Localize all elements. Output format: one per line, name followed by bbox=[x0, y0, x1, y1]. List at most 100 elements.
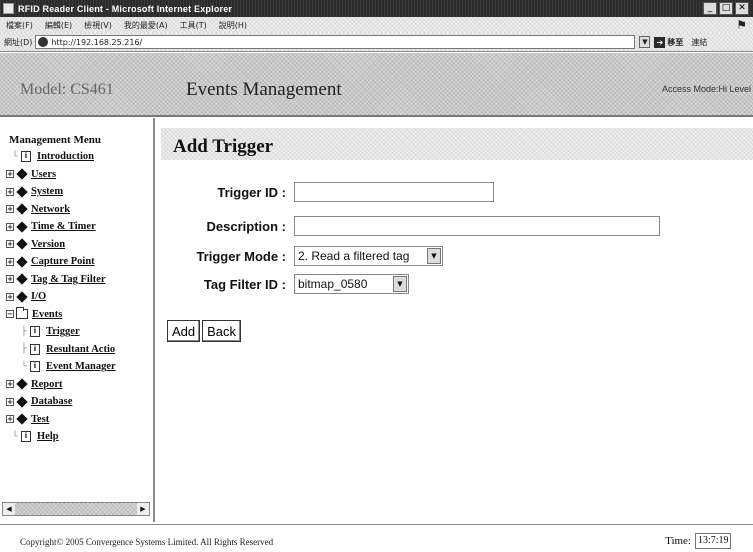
page-title-bar: Add Trigger bbox=[161, 128, 753, 160]
add-button[interactable]: Add bbox=[167, 320, 201, 342]
back-button[interactable]: Back bbox=[202, 320, 242, 342]
sidebar-link-event-manager[interactable]: Event Manager bbox=[46, 361, 116, 372]
expand-icon[interactable]: + bbox=[6, 240, 14, 249]
sidebar-link-users[interactable]: Users bbox=[31, 169, 56, 180]
sidebar-link-events[interactable]: Events bbox=[32, 309, 62, 320]
go-button[interactable]: ➔ 移至 bbox=[654, 36, 683, 48]
sidebar-item-version[interactable]: + Version bbox=[6, 236, 116, 254]
description-row: Description : bbox=[157, 216, 660, 236]
sidebar-link-version[interactable]: Version bbox=[31, 239, 65, 250]
page-title: Add Trigger bbox=[173, 136, 274, 157]
sidebar-link-trigger[interactable]: Trigger bbox=[46, 326, 80, 337]
sidebar-link-tag-filter[interactable]: Tag & Tag Filter bbox=[31, 274, 106, 285]
sidebar-item-io[interactable]: + I/O bbox=[6, 288, 116, 306]
sidebar-link-test[interactable]: Test bbox=[31, 414, 49, 425]
menu-favorites[interactable]: 我的最愛(A) bbox=[124, 20, 168, 31]
expand-icon[interactable]: + bbox=[6, 205, 14, 214]
menu-view[interactable]: 檢視(V) bbox=[84, 20, 112, 31]
close-button[interactable]: ✕ bbox=[735, 2, 749, 15]
sidebar-item-time-timer[interactable]: + Time & Timer bbox=[6, 218, 116, 236]
expand-icon[interactable]: + bbox=[6, 222, 14, 231]
sidebar-link-report[interactable]: Report bbox=[31, 379, 63, 390]
description-label: Description : bbox=[206, 218, 286, 234]
trigger-mode-label: Trigger Mode : bbox=[196, 248, 286, 264]
menu-edit[interactable]: 編輯(E) bbox=[45, 20, 72, 31]
ie-page-icon bbox=[38, 37, 49, 47]
expand-icon[interactable]: + bbox=[6, 170, 14, 179]
sidebar-item-introduction[interactable]: └ i Introduction bbox=[6, 148, 116, 166]
trigger-id-input[interactable] bbox=[294, 182, 494, 202]
chevron-down-icon[interactable]: ▼ bbox=[393, 276, 407, 292]
expand-icon[interactable]: + bbox=[6, 380, 14, 389]
diamond-icon bbox=[16, 186, 28, 198]
chevron-down-icon[interactable]: ▼ bbox=[427, 248, 441, 264]
tree-connector: ├ bbox=[21, 326, 27, 337]
page-icon: i bbox=[21, 151, 31, 163]
sidebar-link-io[interactable]: I/O bbox=[31, 291, 46, 302]
sidebar-item-event-manager[interactable]: └ i Event Manager bbox=[6, 358, 116, 376]
sidebar-item-resultant-action[interactable]: ├ i Resultant Actio bbox=[6, 341, 116, 359]
diamond-icon bbox=[16, 238, 28, 250]
description-input[interactable] bbox=[294, 216, 660, 236]
browser-menu-bar: 檔案(F) 編輯(E) 檢視(V) 我的最愛(A) 工具(T) 說明(H) ⚑ bbox=[0, 17, 753, 33]
address-dropdown-icon[interactable]: ▼ bbox=[639, 36, 651, 48]
trigger-id-label: Trigger ID : bbox=[217, 184, 286, 200]
address-input[interactable]: http://192.168.25.216/ bbox=[35, 35, 636, 49]
expand-icon[interactable]: + bbox=[6, 257, 14, 266]
menu-help[interactable]: 說明(H) bbox=[219, 20, 247, 31]
diamond-icon bbox=[16, 168, 28, 180]
sidebar-item-capture-point[interactable]: + Capture Point bbox=[6, 253, 116, 271]
model-label: Model: CS461 bbox=[20, 81, 114, 98]
sidebar-item-events[interactable]: − Events bbox=[6, 306, 116, 324]
collapse-icon[interactable]: − bbox=[6, 310, 14, 319]
expand-icon[interactable]: + bbox=[6, 187, 14, 196]
sidebar-link-system[interactable]: System bbox=[31, 186, 63, 197]
scroll-right-icon[interactable]: ▶ bbox=[137, 503, 149, 515]
sidebar-item-tag-filter[interactable]: + Tag & Tag Filter bbox=[6, 271, 116, 289]
links-button[interactable]: 連結 bbox=[691, 37, 707, 48]
management-sidebar: Management Menu └ i Introduction + Users… bbox=[0, 118, 155, 522]
page-header: Model: CS461 Events Management Access Mo… bbox=[0, 53, 753, 117]
address-bar: 網址(D) http://192.168.25.216/ ▼ ➔ 移至 連結 bbox=[0, 33, 753, 52]
page-icon: i bbox=[30, 326, 40, 338]
sidebar-item-network[interactable]: + Network bbox=[6, 201, 116, 219]
sidebar-link-introduction[interactable]: Introduction bbox=[37, 151, 94, 162]
sidebar-item-help[interactable]: └ i Help bbox=[6, 428, 116, 446]
sidebar-link-resultant-action[interactable]: Resultant Actio bbox=[46, 344, 115, 355]
sidebar-item-trigger[interactable]: ├ i Trigger bbox=[6, 323, 116, 341]
diamond-icon bbox=[16, 203, 28, 215]
trigger-id-row: Trigger ID : bbox=[157, 182, 494, 202]
clock: Time: 13:7:19 bbox=[665, 533, 731, 549]
sidebar-item-database[interactable]: + Database bbox=[6, 393, 116, 411]
diamond-icon bbox=[16, 256, 28, 268]
expand-icon[interactable]: + bbox=[6, 397, 14, 406]
sidebar-link-database[interactable]: Database bbox=[31, 396, 72, 407]
expand-icon[interactable]: + bbox=[6, 292, 14, 301]
sidebar-link-network[interactable]: Network bbox=[31, 204, 70, 215]
sidebar-link-capture-point[interactable]: Capture Point bbox=[31, 256, 95, 267]
open-folder-icon bbox=[16, 307, 28, 320]
menu-file[interactable]: 檔案(F) bbox=[6, 20, 33, 31]
copyright-text: Copyright© 2005 Convergence Systems Limi… bbox=[20, 537, 274, 547]
window-title: RFID Reader Client - Microsoft Internet … bbox=[18, 3, 233, 14]
menu-tools[interactable]: 工具(T) bbox=[180, 20, 207, 31]
section-title: Events Management bbox=[186, 79, 342, 100]
minimize-button[interactable]: _ bbox=[703, 2, 717, 15]
trigger-mode-select[interactable]: 2. Read a filtered tag ▼ bbox=[294, 246, 443, 266]
sidebar-item-users[interactable]: + Users bbox=[6, 166, 116, 184]
tag-filter-id-select[interactable]: bitmap_0580 ▼ bbox=[294, 274, 409, 294]
sidebar-item-system[interactable]: + System bbox=[6, 183, 116, 201]
trigger-mode-value: 2. Read a filtered tag bbox=[298, 249, 410, 263]
sidebar-item-test[interactable]: + Test bbox=[6, 411, 116, 429]
diamond-icon bbox=[16, 221, 28, 233]
sidebar-link-time-timer[interactable]: Time & Timer bbox=[31, 221, 96, 232]
sidebar-link-help[interactable]: Help bbox=[37, 431, 59, 442]
access-mode: Access Mode:Hi Level bbox=[661, 84, 751, 94]
sidebar-item-report[interactable]: + Report bbox=[6, 376, 116, 394]
time-label: Time: bbox=[665, 535, 691, 547]
scroll-left-icon[interactable]: ◀ bbox=[3, 503, 15, 515]
sidebar-horizontal-scrollbar[interactable]: ◀ ▶ bbox=[2, 502, 150, 516]
expand-icon[interactable]: + bbox=[6, 275, 14, 284]
maximize-button[interactable]: □ bbox=[719, 2, 733, 15]
expand-icon[interactable]: + bbox=[6, 415, 14, 424]
